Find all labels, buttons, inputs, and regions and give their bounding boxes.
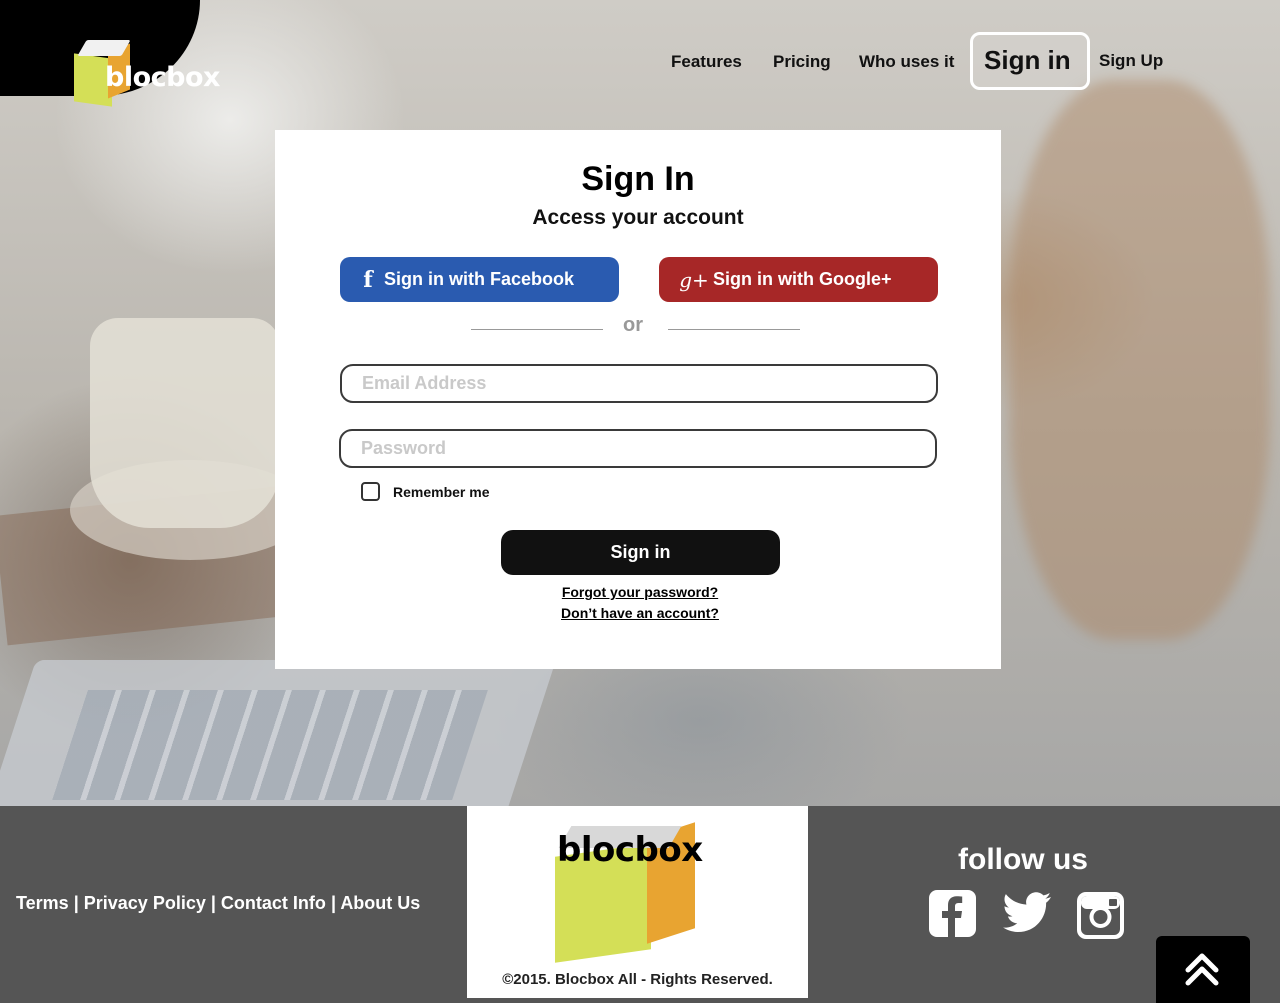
follow-us-label: follow us — [958, 843, 1088, 876]
copyright-text: ©2015. Blocbox All - Rights Reserved. — [502, 971, 773, 988]
footer-brand: blocbox — [557, 830, 703, 870]
footer-separator: | — [73, 893, 84, 913]
facebook-button-label: Sign in with Facebook — [384, 269, 575, 289]
nav-who-uses-it[interactable]: Who uses it — [859, 52, 954, 72]
nav-sign-in[interactable]: Sign in — [970, 32, 1090, 90]
twitter-icon[interactable] — [1003, 892, 1051, 934]
back-to-top-button[interactable] — [1156, 936, 1250, 1003]
footer-link-about-us[interactable]: About Us — [340, 893, 420, 913]
footer-separator: | — [210, 893, 221, 913]
background-mug — [90, 318, 280, 528]
divider-or: or — [623, 314, 643, 336]
footer-link-terms[interactable]: Terms — [16, 893, 69, 913]
forgot-password-link[interactable]: Forgot your password? — [275, 584, 1005, 600]
nav-features[interactable]: Features — [671, 52, 742, 72]
sign-in-card: Sign In Access your account f Sign in wi… — [275, 130, 1001, 669]
google-button-label: Sign in with Google+ — [713, 269, 892, 289]
background-keyboard — [52, 690, 488, 800]
email-field[interactable] — [340, 364, 938, 403]
remember-me[interactable]: Remember me — [361, 482, 490, 501]
divider-line-left — [471, 329, 603, 330]
facebook-f-icon: f — [363, 266, 373, 293]
instagram-icon[interactable] — [1077, 892, 1124, 939]
footer-links: Terms | Privacy Policy | Contact Info | … — [16, 893, 420, 914]
footer-brand-panel: blocbox ©2015. Blocbox All - Rights Rese… — [467, 806, 808, 998]
footer-link-contact-info[interactable]: Contact Info — [221, 893, 326, 913]
remember-me-label: Remember me — [393, 483, 490, 500]
card-title: Sign In — [581, 160, 695, 198]
nav-sign-in-label: Sign in — [984, 45, 1071, 75]
facebook-sign-in-button[interactable]: f Sign in with Facebook — [340, 257, 619, 302]
double-chevron-up-icon — [1185, 953, 1219, 986]
footer-separator: | — [330, 893, 341, 913]
background-figure — [1010, 80, 1270, 640]
google-plus-icon: g+ — [679, 267, 709, 292]
sign-in-submit-button[interactable]: Sign in — [501, 530, 780, 575]
remember-me-checkbox[interactable] — [361, 482, 380, 501]
divider-line-right — [668, 329, 800, 330]
nav-sign-up[interactable]: Sign Up — [1099, 51, 1163, 71]
google-sign-in-button[interactable]: g+ Sign in with Google+ — [659, 257, 938, 302]
card-subtitle: Access your account — [532, 206, 744, 229]
nav-pricing[interactable]: Pricing — [773, 52, 831, 72]
logo-text: blocbox — [105, 62, 220, 93]
facebook-icon[interactable] — [929, 890, 976, 937]
password-field[interactable] — [339, 429, 937, 468]
footer: Terms | Privacy Policy | Contact Info | … — [0, 806, 1280, 1003]
footer-link-privacy-policy[interactable]: Privacy Policy — [84, 893, 206, 913]
sign-up-link[interactable]: Don’t have an account? — [275, 605, 1005, 621]
